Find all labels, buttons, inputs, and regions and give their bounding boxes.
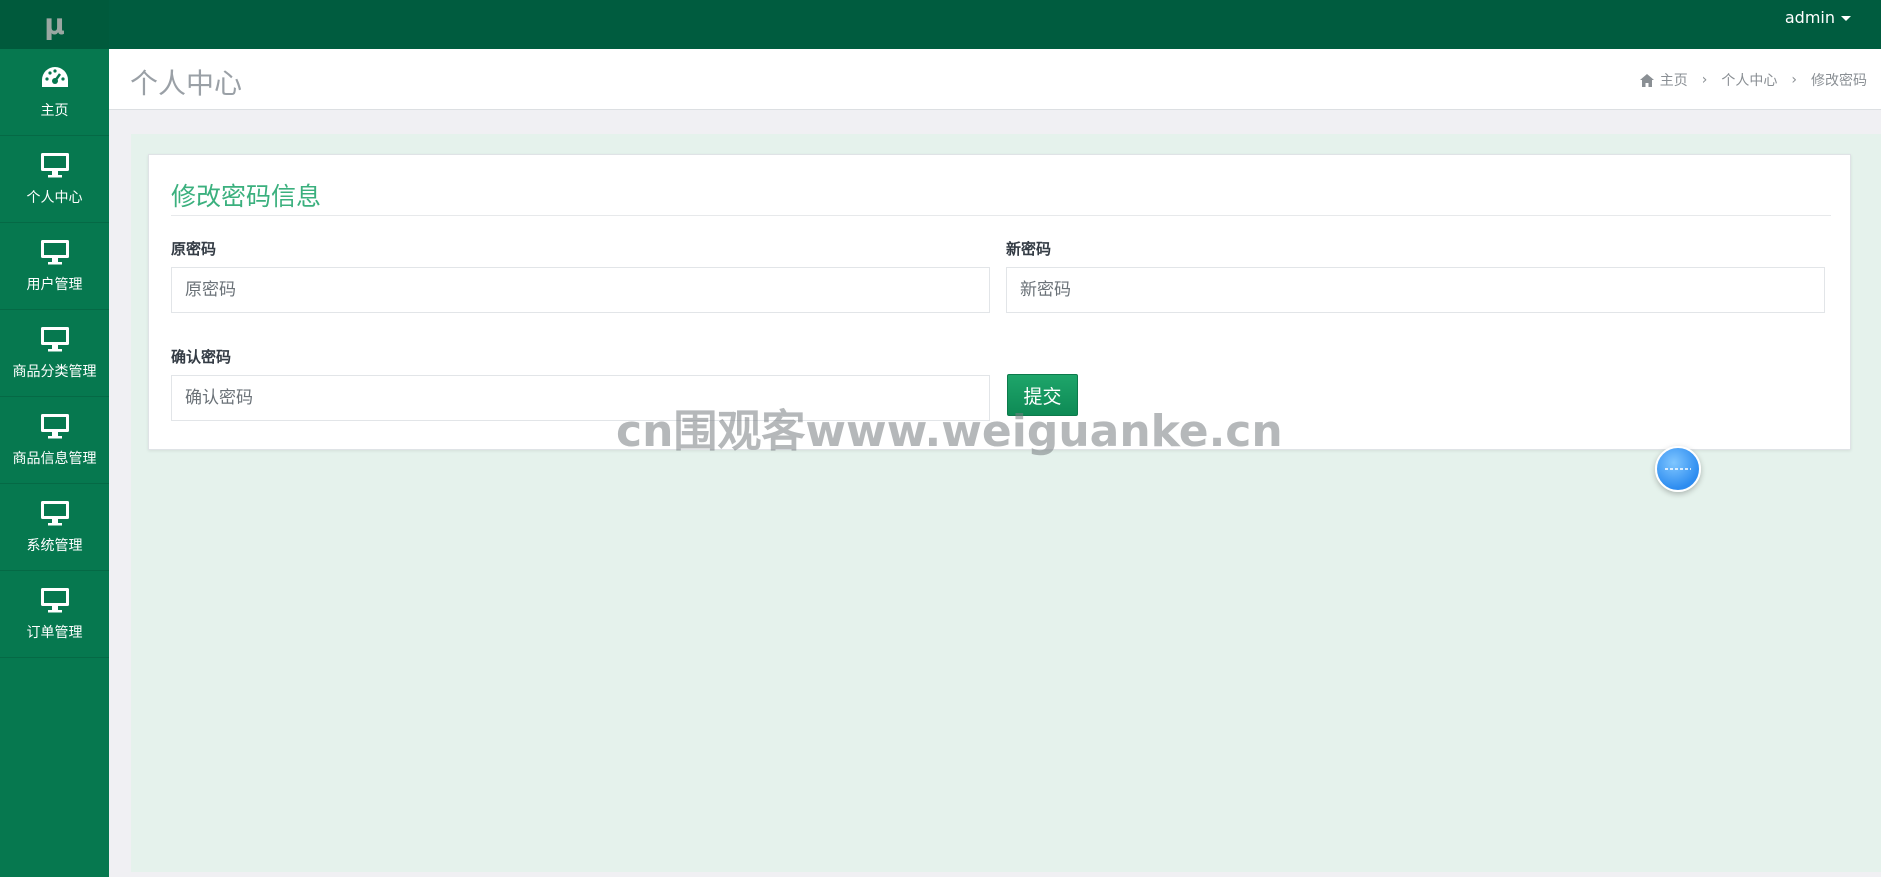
home-icon [1639,73,1654,87]
sidebar-item-product-management[interactable]: 商品信息管理 [0,397,109,484]
main-content: 修改密码信息 原密码 新密码 确认密码 提交 [131,134,1881,872]
page-title: 个人中心 [130,67,243,100]
old-password-label: 原密码 [171,240,217,258]
chevron-right-icon: › [1791,72,1797,88]
page-header: 个人中心 主页 › 个人中心 › 修改密码 [109,49,1881,110]
new-password-input[interactable] [1006,267,1825,313]
new-password-label: 新密码 [1006,240,1052,258]
sidebar-item-label: 商品信息管理 [12,451,97,467]
sidebar-item-label: 个人中心 [26,190,83,206]
username-label: admin [1784,8,1835,27]
sidebar-item-user-management[interactable]: 用户管理 [0,223,109,310]
monitor-icon [39,238,71,266]
sidebar-item-label: 主页 [40,103,69,119]
dash-icon [1665,468,1691,470]
dashboard-icon [39,64,71,92]
breadcrumb: 主页 › 个人中心 › 修改密码 [1639,70,1867,90]
chevron-right-icon: › [1701,72,1708,88]
sidebar-item-personal-center[interactable]: 个人中心 [0,136,109,223]
sidebar-item-home[interactable]: 主页 [0,49,109,136]
sidebar-item-order-management[interactable]: 订单管理 [0,571,109,658]
app-logo[interactable]: μ [0,0,109,49]
monitor-icon [39,586,71,614]
password-form-card: 修改密码信息 原密码 新密码 确认密码 提交 [148,154,1851,450]
old-password-input[interactable] [171,267,990,313]
breadcrumb-current: 修改密码 [1811,73,1867,89]
sidebar-item-label: 用户管理 [26,277,83,293]
sidebar: μ 主页 个人中心 用户管理 商品分类管理 商品信息管理 系统管理 订单管理 [0,0,109,877]
form-title: 修改密码信息 [171,182,322,211]
monitor-icon [39,151,71,179]
breadcrumb-personal-center[interactable]: 个人中心 [1721,70,1777,90]
sidebar-item-label: 系统管理 [26,538,83,554]
top-navbar: admin [109,0,1881,49]
sidebar-item-category-management[interactable]: 商品分类管理 [0,310,109,397]
floating-assistant-button[interactable] [1655,446,1701,492]
monitor-icon [39,412,71,440]
monitor-icon [39,499,71,527]
confirm-password-label: 确认密码 [171,348,232,366]
breadcrumb-home[interactable]: 主页 [1660,70,1688,90]
monitor-icon [39,325,71,353]
divider [171,215,1831,216]
confirm-password-input[interactable] [171,375,990,421]
user-menu-dropdown[interactable]: admin [1785,8,1851,27]
caret-down-icon [1841,16,1851,21]
sidebar-item-label: 订单管理 [26,625,83,641]
sidebar-item-label: 商品分类管理 [12,364,97,380]
submit-button[interactable]: 提交 [1007,374,1078,416]
sidebar-item-system-management[interactable]: 系统管理 [0,484,109,571]
